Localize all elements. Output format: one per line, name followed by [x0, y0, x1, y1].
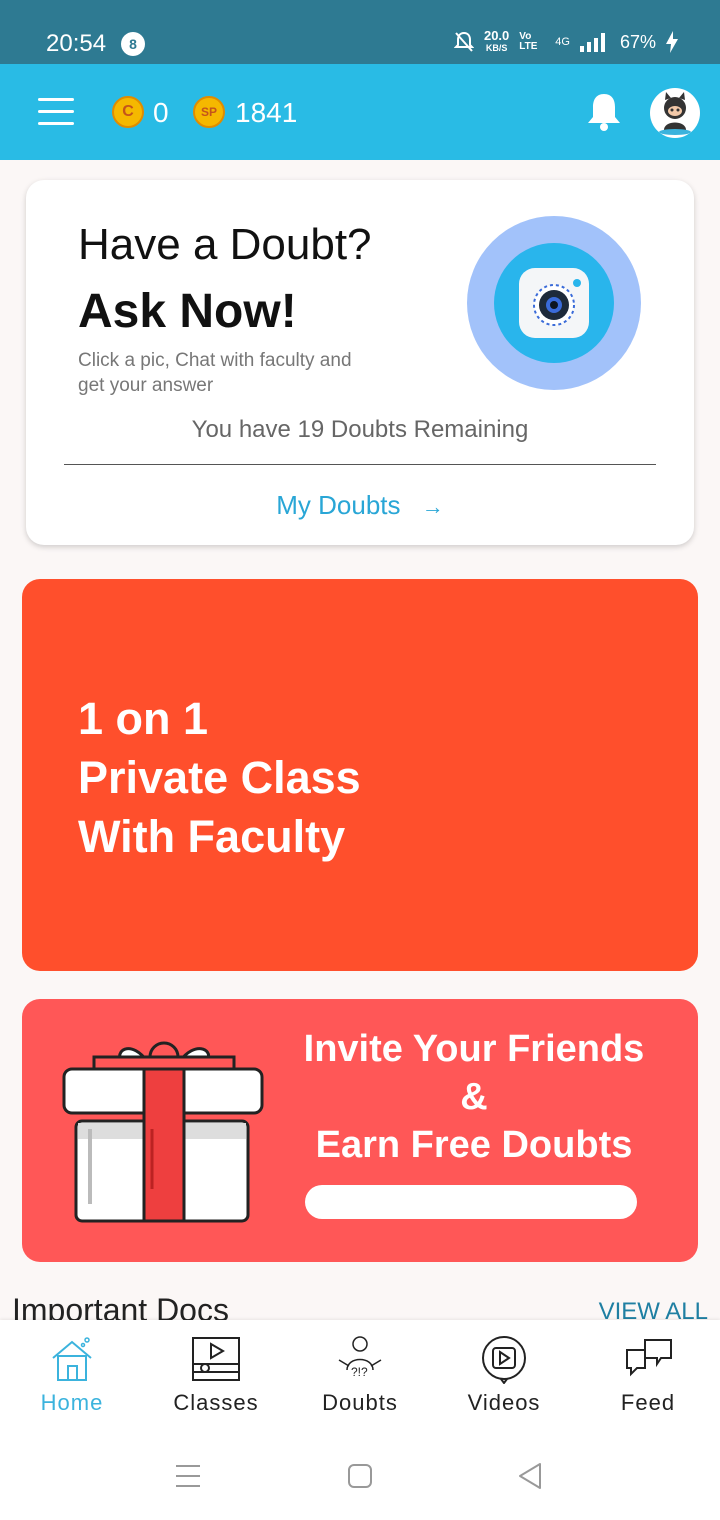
divider [64, 464, 656, 465]
camera-icon [519, 268, 589, 338]
nav-feed[interactable]: Feed [576, 1320, 720, 1440]
recent-apps-icon[interactable] [174, 1463, 202, 1489]
private-class-line1: 1 on 1 [78, 693, 209, 744]
nav-classes-label: Classes [173, 1390, 259, 1415]
octocat-avatar-icon [659, 92, 691, 135]
back-triangle-icon[interactable] [516, 1461, 544, 1491]
private-class-line3: With Faculty [78, 811, 346, 862]
ask-doubt-card[interactable]: Have a Doubt? Ask Now! Click a pic, Chat… [26, 180, 694, 545]
private-class-banner[interactable]: 1 on 1 Private Class With Faculty [22, 579, 698, 971]
battery-level: 67% [619, 31, 656, 52]
arrow-right-icon: → [421, 494, 444, 519]
bottom-navigation: Home Classes ?!? Doubts Videos Feed [0, 1320, 720, 1440]
svg-text:?!?: ?!? [351, 1365, 368, 1379]
status-bar: 20:54 8 20.0 KB/S Vo LTE 4G 67% [0, 0, 720, 64]
status-indicators: 20.0 KB/S Vo LTE 4G 67% [453, 28, 678, 54]
invite-friends-banner[interactable]: Invite Your Friends & Earn Free Doubts [22, 999, 698, 1262]
network-type-indicator: 4G [555, 36, 570, 48]
menu-icon[interactable] [38, 98, 74, 126]
invite-line3: Earn Free Doubts [315, 1124, 633, 1166]
nav-home[interactable]: Home [0, 1320, 144, 1440]
nav-videos[interactable]: Videos [432, 1320, 576, 1440]
nav-doubts-label: Doubts [322, 1390, 398, 1415]
home-square-icon[interactable] [346, 1462, 374, 1490]
gift-box-icon [62, 1041, 264, 1223]
doubts-person-icon: ?!? [338, 1336, 382, 1379]
camera-button[interactable] [467, 216, 641, 390]
notification-bell-icon[interactable] [586, 92, 622, 132]
network-speed: 20.0 KB/S [483, 28, 510, 54]
charging-icon [666, 31, 678, 53]
nav-classes[interactable]: Classes [144, 1320, 288, 1440]
doubt-card-headline: Ask Now! [78, 285, 297, 338]
sp-coin-count: 1841 [235, 97, 298, 128]
invite-line1: Invite Your Friends [303, 1028, 645, 1070]
volte-indicator: Vo LTE [519, 31, 538, 52]
nav-videos-label: Videos [467, 1390, 541, 1415]
signal-icon [579, 33, 605, 52]
invite-text: Invite Your Friends & Earn Free Doubts [284, 1025, 664, 1169]
doubts-remaining-text: You have 19 Doubts Remaining [191, 416, 529, 443]
feed-chat-icon [626, 1339, 672, 1377]
network-speed-unit: KB/S [485, 43, 508, 53]
nav-feed-label: Feed [620, 1390, 676, 1415]
private-class-text: 1 on 1 Private Class With Faculty [78, 689, 361, 866]
c-coin-icon: C [112, 96, 144, 128]
home-icon [52, 1337, 92, 1381]
mute-bell-icon [453, 31, 474, 52]
nav-home-label: Home [40, 1390, 104, 1415]
nav-doubts[interactable]: ?!? Doubts [288, 1320, 432, 1440]
network-speed-value: 20.0 [483, 28, 510, 43]
invite-line2: & [460, 1076, 488, 1118]
doubt-card-subtitle: Click a pic, Chat with faculty and get y… [78, 350, 352, 396]
profile-avatar[interactable] [650, 88, 700, 138]
doubt-card-title: Have a Doubt? [78, 220, 372, 269]
private-class-line2: Private Class [78, 752, 361, 803]
system-navigation-bar [0, 1440, 720, 1520]
notification-count-badge: 8 [121, 32, 145, 56]
sp-coin-icon: SP [193, 96, 225, 128]
my-doubts-link[interactable]: My Doubts → [26, 490, 694, 521]
invite-button[interactable] [305, 1185, 637, 1219]
my-doubts-label: My Doubts [276, 490, 401, 520]
status-time: 20:54 [46, 30, 107, 57]
c-coin-count: 0 [153, 97, 169, 128]
classes-video-icon [192, 1337, 240, 1381]
videos-play-icon [482, 1336, 526, 1384]
